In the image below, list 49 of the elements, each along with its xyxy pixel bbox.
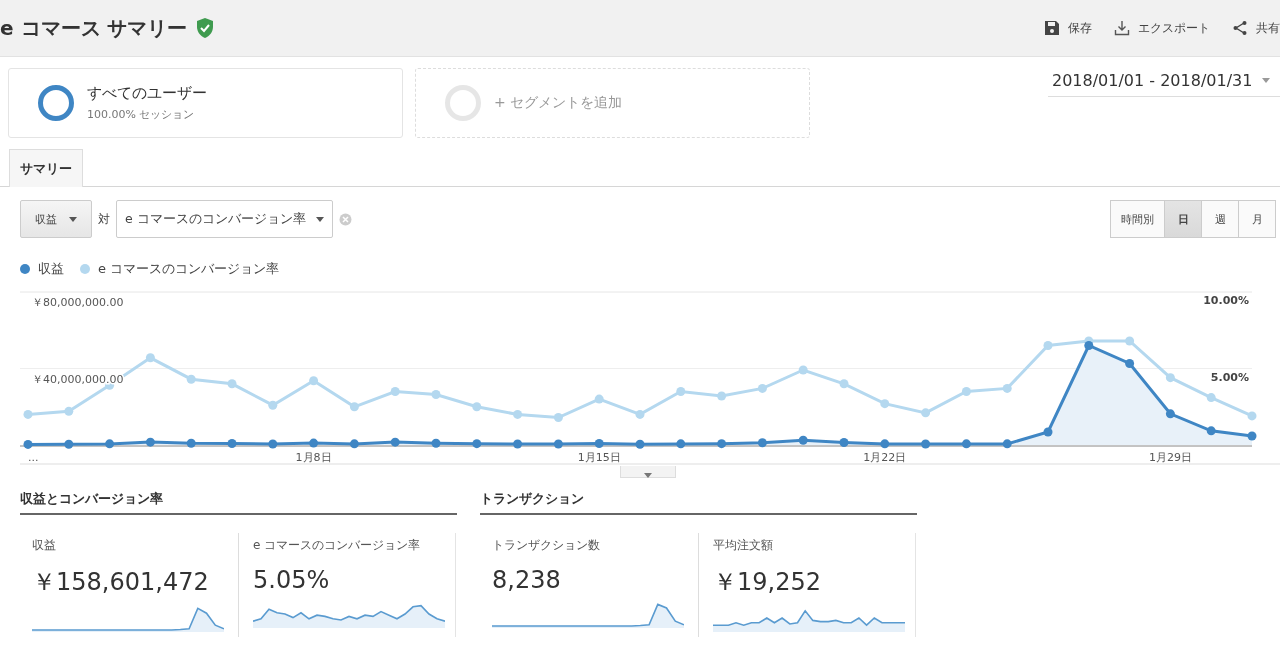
tab[interactable]: サマリー xyxy=(9,149,83,187)
period-button[interactable]: 日 xyxy=(1164,200,1202,238)
x-axis-label: 1月29日 xyxy=(1148,451,1192,464)
segment-name: + セグメントを追加 xyxy=(494,94,623,112)
period-button[interactable]: 時間別 xyxy=(1110,200,1165,238)
caret-icon xyxy=(69,216,77,222)
versus-label: 対 xyxy=(98,210,110,228)
page-title: e コマース サマリー xyxy=(0,14,188,42)
period-button[interactable]: 月 xyxy=(1238,200,1276,238)
segment-detail: 100.00% セッション xyxy=(87,107,196,122)
x-axis-label: 1月22日 xyxy=(863,451,907,464)
x-axis-label: 1月15日 xyxy=(577,451,621,464)
metric-value: 5.05% xyxy=(253,566,331,594)
metric-value: ￥158,601,472 xyxy=(32,567,210,598)
date-range-picker[interactable]: 2018/01/01 - 2018/01/31 xyxy=(1048,68,1280,97)
caret-icon xyxy=(1262,78,1271,83)
y-tick-label: ￥40,000,000.00 xyxy=(32,372,124,386)
shield-check-icon xyxy=(195,18,214,38)
x-axis-label: 1月8日 xyxy=(295,451,332,464)
caret-icon xyxy=(315,216,324,222)
segment-card[interactable]: すべてのユーザー 100.00% セッション xyxy=(8,68,403,138)
legend-label: 収益 xyxy=(38,260,64,278)
expand-chart-handle[interactable] xyxy=(620,466,676,478)
toolbar-action[interactable]: エクスポート xyxy=(1114,19,1210,37)
ring-icon xyxy=(37,84,75,122)
save-icon xyxy=(1044,20,1060,36)
metric-label: トランザクション数 xyxy=(492,537,601,554)
period-button[interactable]: 週 xyxy=(1201,200,1239,238)
y-tick-label: ￥80,000,000.00 xyxy=(32,296,124,309)
metric-label: 収益 xyxy=(32,537,57,554)
toolbar-action[interactable]: 保存 xyxy=(1044,19,1092,37)
y-axis-label: 10.00% xyxy=(1203,294,1249,307)
section-title: 収益とコンバージョン率 xyxy=(20,490,457,515)
x-axis-label: ... xyxy=(28,451,39,464)
metric-dropdown[interactable]: 収益 xyxy=(20,200,92,238)
section-title: トランザクション xyxy=(480,490,917,515)
metric-label: e コマースのコンバージョン率 xyxy=(253,537,422,554)
metric-value: 8,238 xyxy=(492,566,562,594)
metric-label: 平均注文額 xyxy=(713,537,774,554)
legend-label: e コマースのコンバージョン率 xyxy=(98,260,280,278)
toolbar-action[interactable]: 共有 xyxy=(1232,19,1280,37)
caret-icon xyxy=(644,473,652,478)
share-icon xyxy=(1232,20,1248,36)
metric-value: ￥19,252 xyxy=(713,567,822,598)
y-axis-label: 5.00% xyxy=(1210,370,1249,384)
ring-icon xyxy=(444,84,482,122)
download-icon xyxy=(1114,20,1130,36)
compare-metric-select[interactable]: e コマースのコンバージョン率 xyxy=(116,200,333,238)
segment-name: すべてのユーザー xyxy=(87,84,207,103)
